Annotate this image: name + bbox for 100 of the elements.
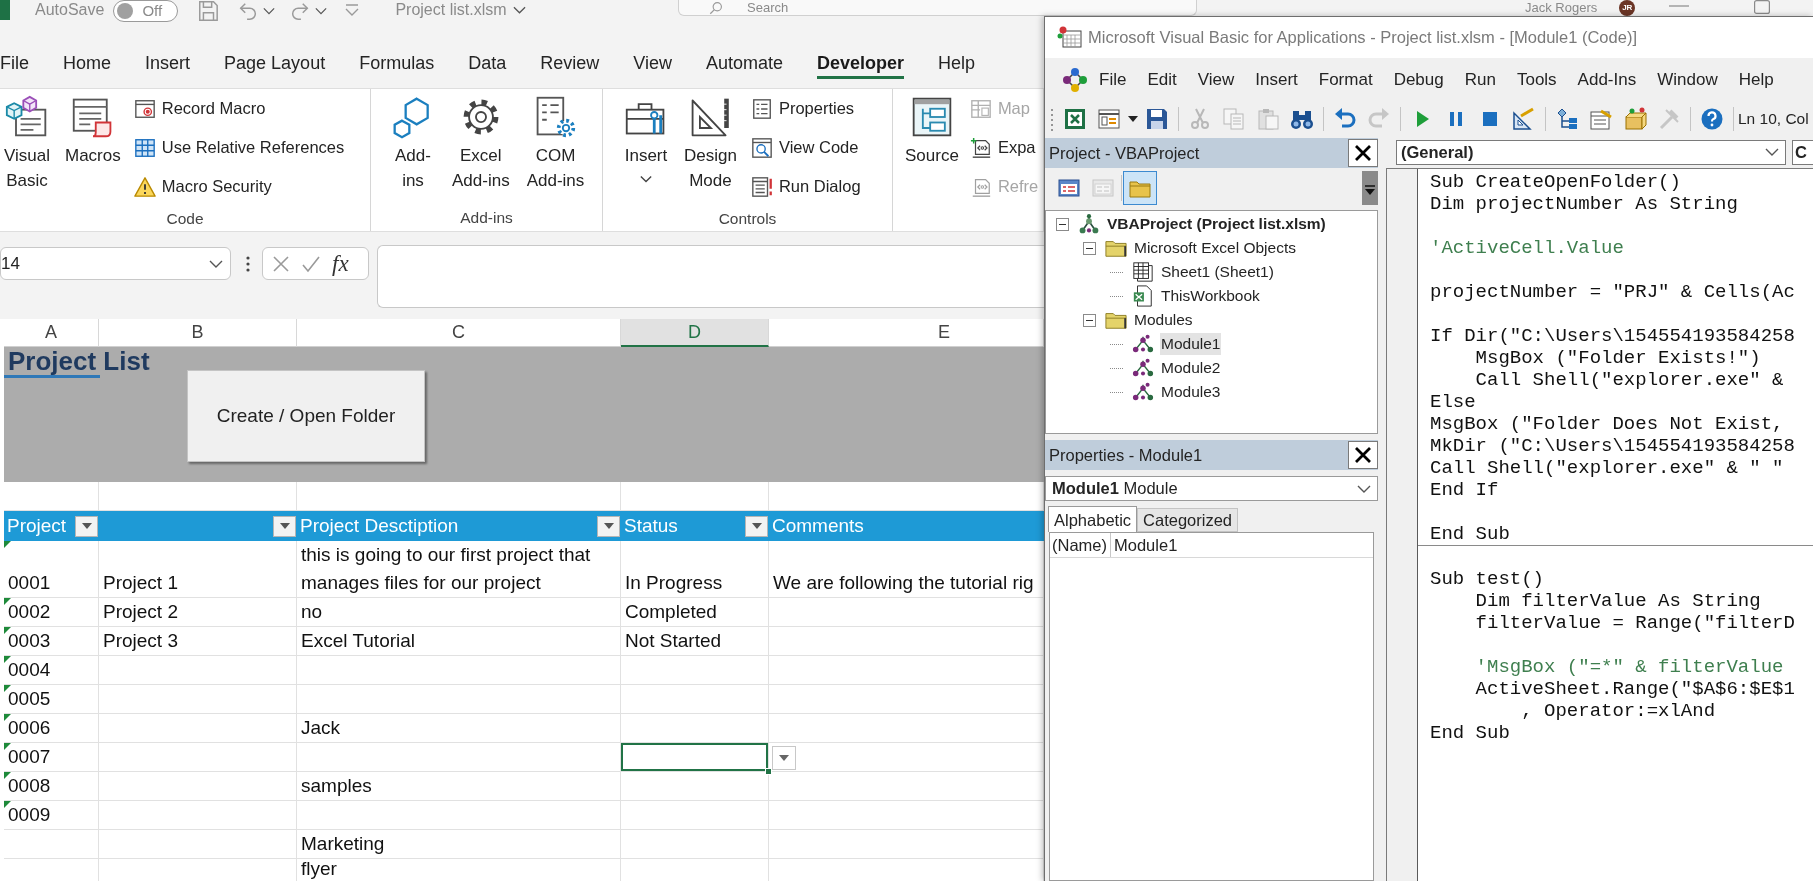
close-button[interactable] xyxy=(1348,139,1378,167)
tree-item[interactable]: Modules xyxy=(1133,309,1194,331)
spreadsheet-icon[interactable] xyxy=(1063,107,1087,131)
menu-item[interactable]: Debug xyxy=(1393,68,1444,92)
menu-item[interactable]: Format xyxy=(1318,68,1373,92)
filter-button[interactable] xyxy=(75,515,98,537)
menu-item[interactable]: Tools xyxy=(1516,68,1557,92)
ribbon-button[interactable]: Insert xyxy=(620,89,672,183)
column-header[interactable]: D xyxy=(621,319,769,347)
close-icon xyxy=(1353,143,1373,163)
filter-button[interactable] xyxy=(273,515,296,537)
tree-item[interactable]: VBAProject (Project list.xlsm) xyxy=(1106,213,1327,235)
check-icon[interactable] xyxy=(302,254,320,273)
search-field[interactable]: Search xyxy=(678,0,1197,16)
menu-item[interactable]: Add-Ins xyxy=(1577,68,1637,92)
ribbon-button[interactable]: Properties xyxy=(748,89,863,128)
chevron-down-icon[interactable] xyxy=(1362,171,1378,205)
menu-item[interactable]: File xyxy=(1099,68,1127,92)
collapse-icon[interactable] xyxy=(1056,217,1069,231)
column-header[interactable]: A xyxy=(4,319,99,347)
set-square-icon[interactable] xyxy=(1512,107,1536,131)
menu-item[interactable]: Edit xyxy=(1147,68,1177,92)
ribbon-button[interactable]: Use Relative References xyxy=(131,128,347,167)
ribbon-button[interactable]: Macro Security xyxy=(131,167,347,206)
ribbon-tab[interactable]: File xyxy=(0,49,29,79)
folder-icon[interactable] xyxy=(1123,171,1157,205)
cancel-icon[interactable] xyxy=(272,254,290,273)
ribbon-tab[interactable]: Help xyxy=(938,49,976,79)
column-header[interactable]: B xyxy=(99,319,297,347)
menu-item[interactable]: Window xyxy=(1657,68,1718,92)
undo-icon[interactable] xyxy=(1333,107,1357,131)
menu-item[interactable]: Run xyxy=(1464,68,1496,92)
ribbon-tab[interactable]: View xyxy=(633,49,672,79)
cell-text: We are following the tutorial rig xyxy=(773,571,1034,595)
ribbon-tab[interactable]: Developer xyxy=(817,49,905,79)
ribbon-button[interactable]: Run Dialog xyxy=(748,167,863,206)
filter-button[interactable] xyxy=(745,515,768,537)
ribbon-tab[interactable]: Insert xyxy=(145,49,191,79)
ribbon-tab[interactable]: Review xyxy=(540,49,600,79)
function-button[interactable]: fx xyxy=(332,250,349,277)
tree-item[interactable]: Module3 xyxy=(1160,381,1222,403)
window-title: Microsoft Visual Basic for Applications - Project list.xlsm - [Module1 (Code)] xyxy=(1088,27,1637,49)
maximize-icon[interactable] xyxy=(1754,0,1771,14)
code-line: projectNumber = "PRJ" & Cells(Ac xyxy=(1430,281,1795,303)
column-header[interactable]: C xyxy=(297,319,621,347)
menu-item[interactable]: View xyxy=(1197,68,1235,92)
property-value[interactable]: Module1 xyxy=(1111,533,1178,557)
magnifier-document-icon xyxy=(750,136,773,159)
ribbon-tab[interactable]: Formulas xyxy=(359,49,435,79)
code-line: , Operator:=xlAnd xyxy=(1520,700,1716,722)
ribbon-button[interactable]: Expa xyxy=(967,128,1041,167)
tree-item[interactable]: Microsoft Excel Objects xyxy=(1133,237,1297,259)
tree-item[interactable]: Module1 xyxy=(1160,333,1222,355)
sheet-button[interactable]: Create / Open Folder xyxy=(187,370,425,462)
collapse-icon[interactable] xyxy=(1083,241,1096,255)
ribbon-tab[interactable]: Data xyxy=(468,49,507,79)
filter-button[interactable] xyxy=(597,515,620,537)
save-icon[interactable] xyxy=(1145,107,1169,131)
tree-item[interactable]: Sheet1 (Sheet1) xyxy=(1160,261,1275,283)
formula-input[interactable] xyxy=(377,245,1044,308)
ribbon-button[interactable]: Excel Add-ins xyxy=(448,89,514,193)
search-input[interactable]: Search xyxy=(747,0,807,15)
code-line: ActiveSheet.Range("$A$6:$E$1 xyxy=(1474,678,1795,700)
ribbon-tab[interactable]: Automate xyxy=(705,49,783,79)
dropdown-button[interactable] xyxy=(772,746,796,770)
ribbon-button[interactable]: Macros xyxy=(61,89,125,168)
tree-icon[interactable] xyxy=(1555,107,1579,131)
box-icon[interactable] xyxy=(1623,107,1647,131)
avatar[interactable]: JR xyxy=(1619,0,1636,16)
menu-item[interactable]: Insert xyxy=(1255,68,1298,92)
customize-icon[interactable] xyxy=(345,4,360,16)
collapse-icon[interactable] xyxy=(1083,313,1096,327)
object-dropdown[interactable]: Module1 Module xyxy=(1045,476,1378,501)
tree-item[interactable]: Module2 xyxy=(1160,357,1222,379)
name-box[interactable]: 14 xyxy=(0,247,231,280)
properties-icon[interactable] xyxy=(1589,107,1613,131)
ribbon-button[interactable]: Design Mode xyxy=(680,89,741,193)
ribbon-button[interactable]: View Code xyxy=(748,128,863,167)
ribbon-tab[interactable]: Page Layout xyxy=(224,49,326,79)
form-icon[interactable] xyxy=(1097,107,1121,131)
ribbon-button[interactable]: Add- ins xyxy=(387,89,439,193)
ribbon-tab[interactable]: Home xyxy=(63,49,112,79)
more-icon[interactable] xyxy=(245,255,251,273)
menu-item[interactable]: Help xyxy=(1738,68,1774,92)
close-button[interactable] xyxy=(1348,441,1378,469)
ribbon-button[interactable]: Source xyxy=(901,89,963,168)
ribbon-button[interactable]: Visual Basic xyxy=(0,89,54,193)
dropdown[interactable]: C xyxy=(1792,139,1813,165)
tab[interactable]: Categorized xyxy=(1137,508,1239,532)
caret-icon[interactable] xyxy=(1128,116,1138,122)
help-icon[interactable] xyxy=(1700,107,1724,131)
dropdown[interactable]: (General) xyxy=(1396,139,1786,165)
tab[interactable]: Alphabetic xyxy=(1048,506,1138,532)
ribbon-button[interactable]: COM Add-ins xyxy=(522,89,589,193)
code-window-icon[interactable] xyxy=(1058,177,1080,199)
ribbon-button[interactable]: Record Macro xyxy=(131,89,347,128)
column-header[interactable]: E xyxy=(769,319,1044,347)
tree-item[interactable]: ThisWorkbook xyxy=(1160,285,1261,307)
cell-text: Excel Tutorial xyxy=(301,629,416,653)
table-header-cell[interactable] xyxy=(99,511,297,541)
